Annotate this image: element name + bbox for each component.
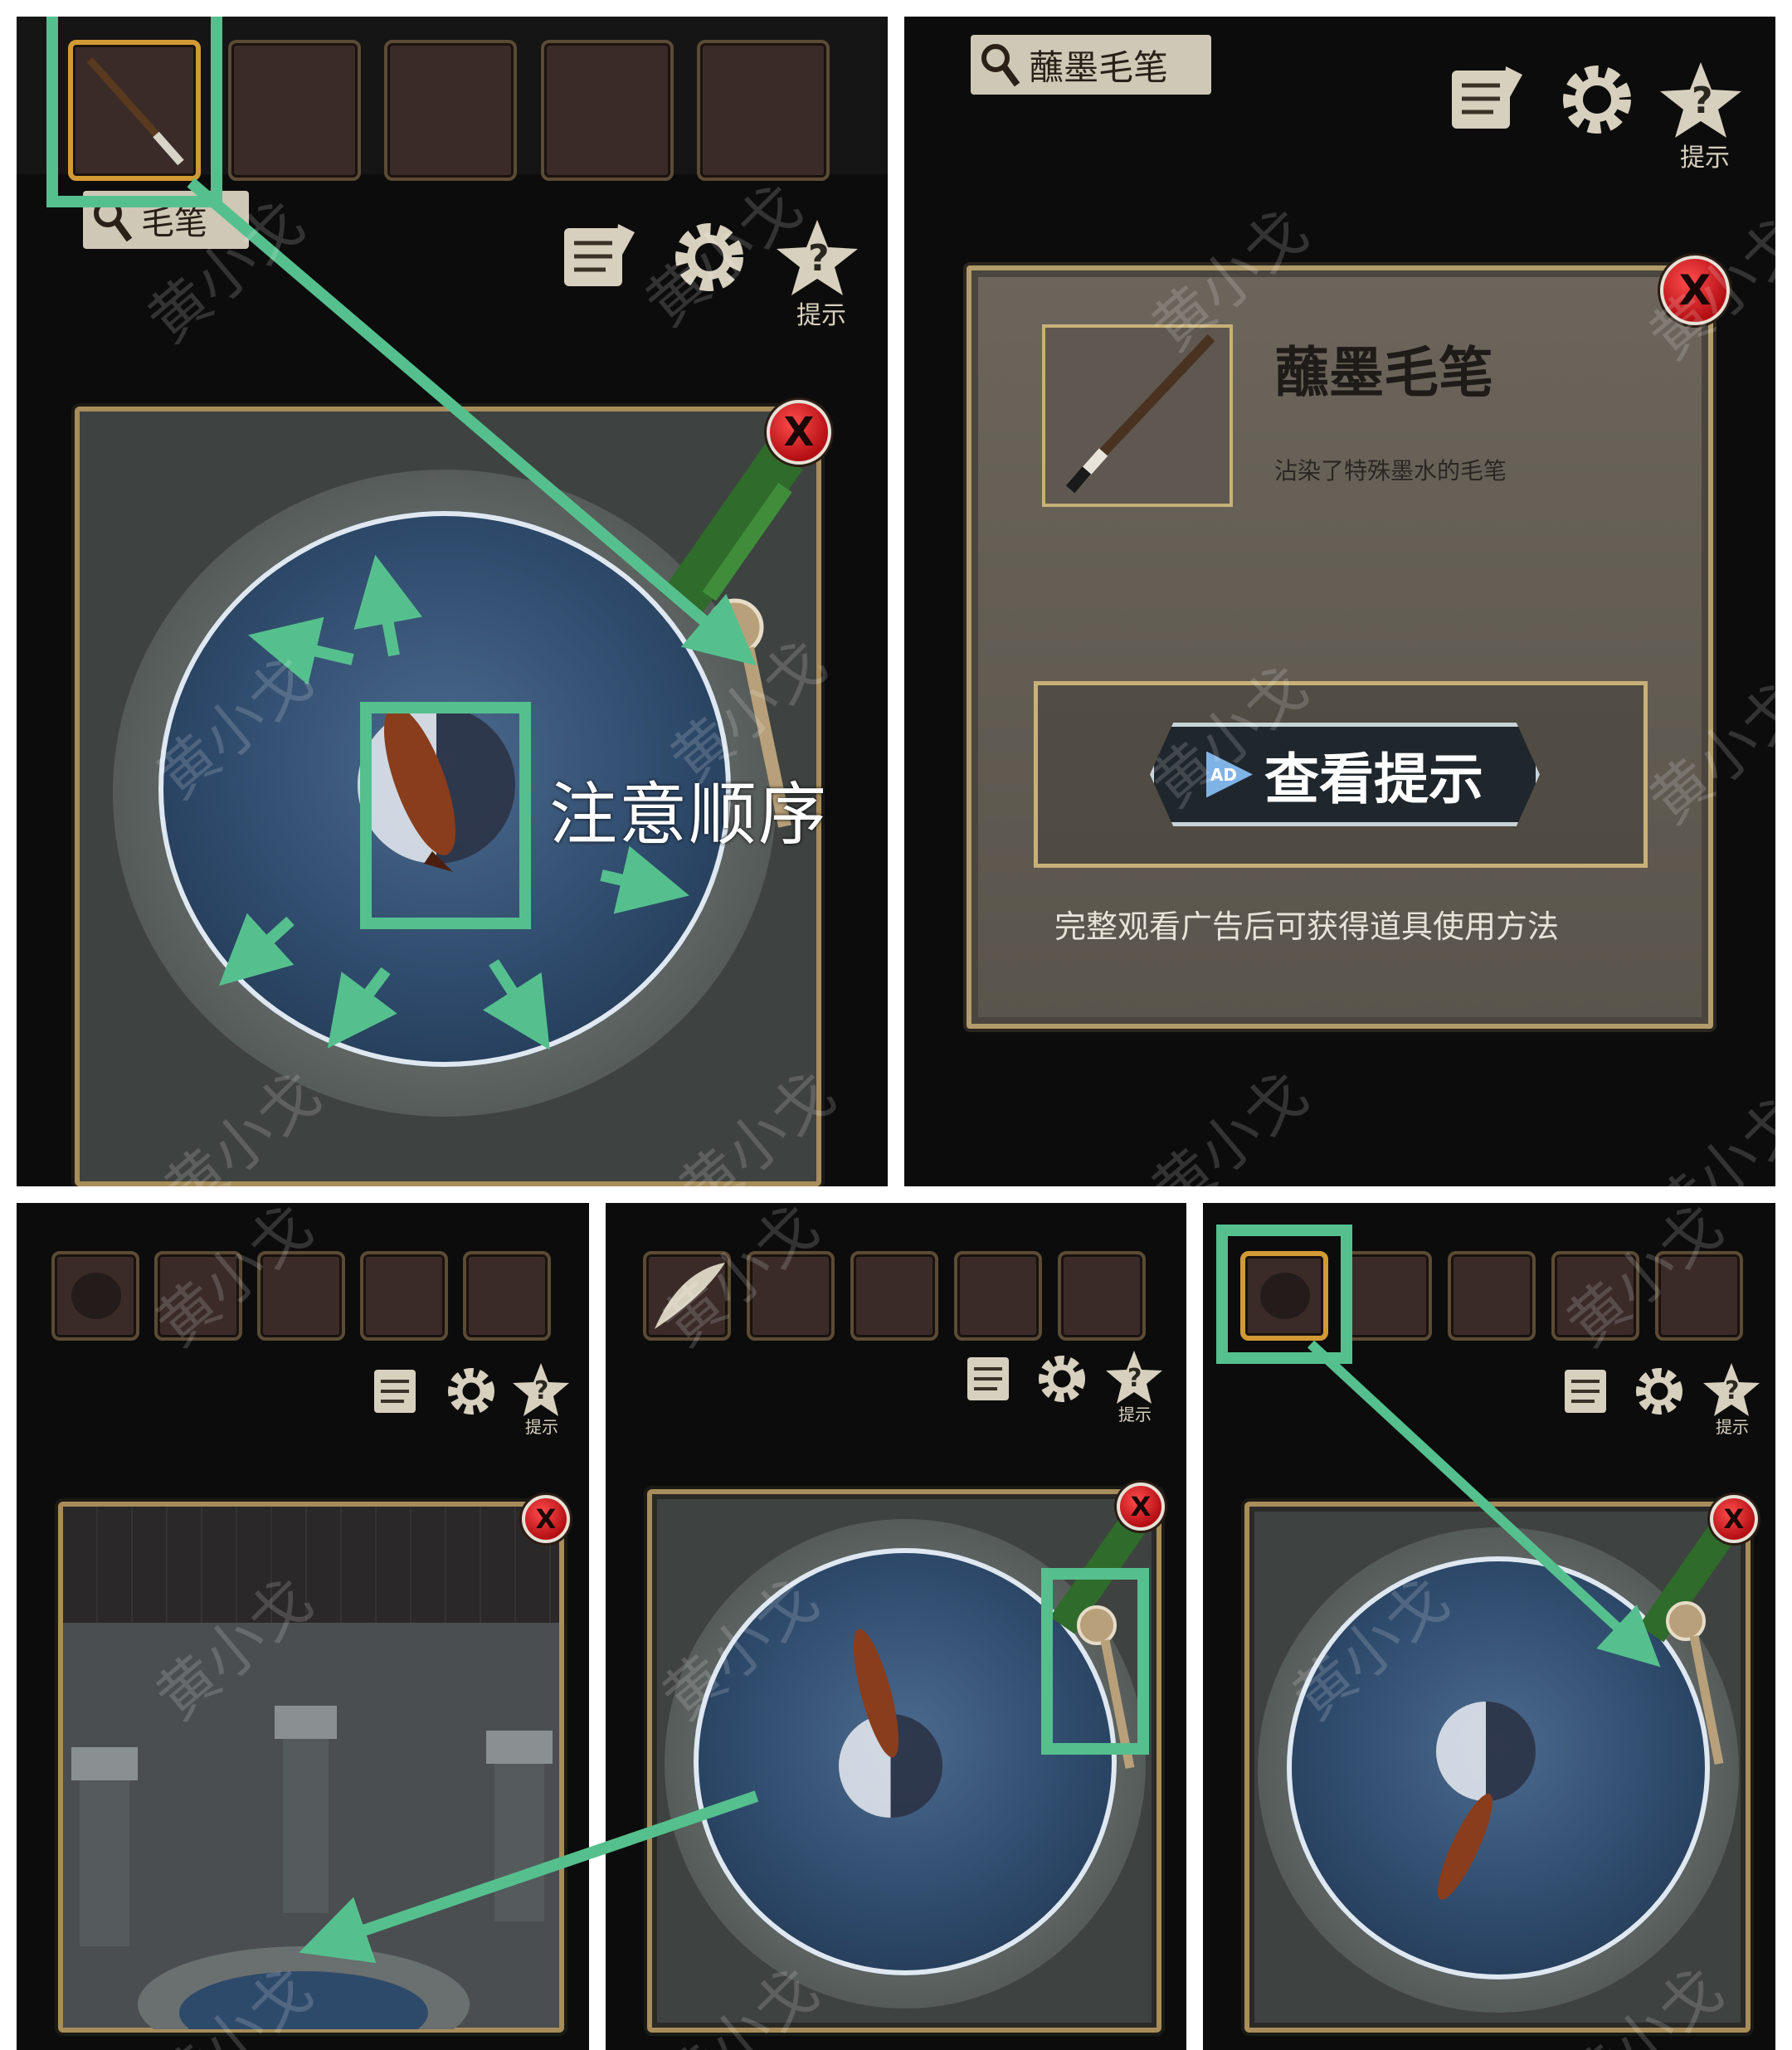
annotation-arrow-cross-panel [299, 1790, 759, 1964]
